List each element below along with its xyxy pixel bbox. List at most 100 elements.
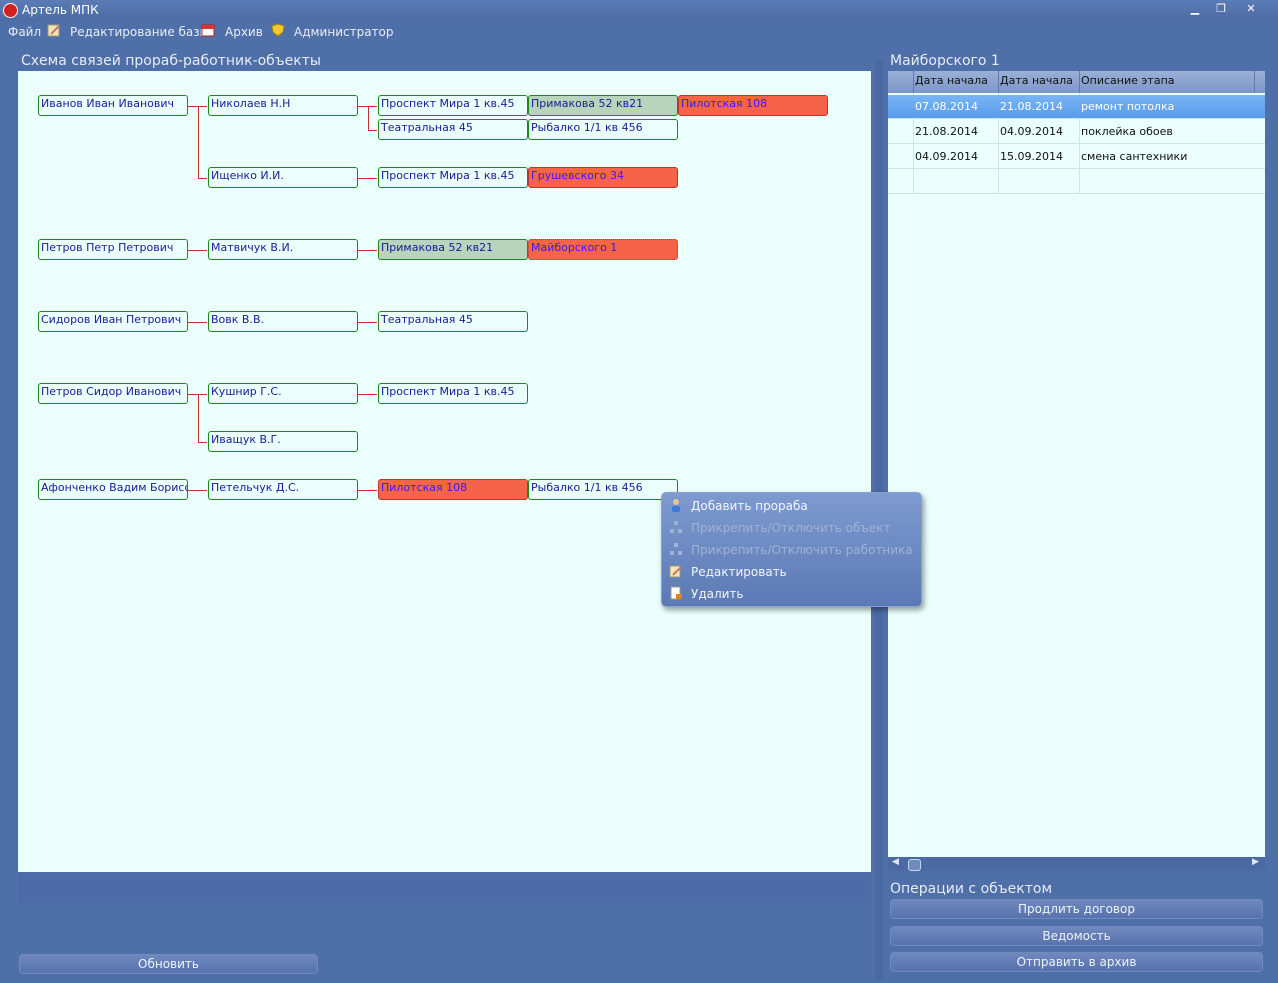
object-node[interactable]: Пилотская 108 xyxy=(378,479,528,500)
stages-grid: Дата начала Дата начала Описание этапа 0… xyxy=(888,71,1265,857)
foreman-node[interactable]: Петров Сидор Иванович xyxy=(38,383,188,404)
title-bar: Артель МПК ▁ ❐ ✕ xyxy=(0,0,1278,21)
connector-line xyxy=(357,178,377,179)
menu-file[interactable]: Файл xyxy=(8,25,41,39)
statement-button[interactable]: Ведомость xyxy=(890,926,1263,946)
table-cell: 07.08.2014 xyxy=(915,100,978,113)
connector-line xyxy=(357,322,377,323)
send-to-archive-button[interactable]: Отправить в архив xyxy=(890,952,1263,972)
connector-line xyxy=(357,394,377,395)
column-header-start-date[interactable]: Дата начала xyxy=(915,74,988,87)
table-cell: ремонт потолка xyxy=(1081,100,1175,113)
object-node[interactable]: Примакова 52 кв21 xyxy=(528,95,678,116)
context-menu: Добавить прораба Прикрепить/Отключить об… xyxy=(661,492,922,607)
table-cell: смена сантехники xyxy=(1081,150,1188,163)
table-cell: 21.08.2014 xyxy=(1000,100,1063,113)
object-node[interactable]: Театральная 45 xyxy=(378,311,528,332)
table-cell: 04.09.2014 xyxy=(915,150,978,163)
foreman-node[interactable]: Сидоров Иван Петрович xyxy=(38,311,188,332)
delete-icon xyxy=(669,586,683,600)
worker-node[interactable]: Петельчук Д.С. xyxy=(208,479,358,500)
foreman-node[interactable]: Афонченко Вадим Борисович xyxy=(38,479,188,500)
worker-node[interactable]: Матвичук В.И. xyxy=(208,239,358,260)
foreman-node[interactable]: Иванов Иван Иванович xyxy=(38,95,188,116)
object-panel-title: Майборского 1 xyxy=(890,53,1000,69)
app-logo-icon xyxy=(3,3,18,18)
object-node[interactable]: Пилотская 108 xyxy=(678,95,828,116)
scroll-right-icon[interactable]: ▶ xyxy=(1252,857,1259,867)
scheme-title: Схема связей прораб-работник-объекты xyxy=(21,53,321,69)
menu-administrator[interactable]: Администратор xyxy=(294,25,394,39)
connector-line xyxy=(357,490,377,491)
object-node[interactable]: Проспект Мира 1 кв.45 xyxy=(378,95,528,116)
worker-node[interactable]: Николаев Н.Н xyxy=(208,95,358,116)
menu-bar: Файл Редактирование базы Архив Администр… xyxy=(0,22,900,42)
restore-icon[interactable]: ❐ xyxy=(1210,2,1232,16)
connector-line xyxy=(187,250,207,251)
context-menu-attach-object: Прикрепить/Отключить объект xyxy=(691,521,891,535)
window-title: Артель МПК xyxy=(22,3,99,17)
object-node[interactable]: Проспект Мира 1 кв.45 xyxy=(378,167,528,188)
object-node[interactable]: Примакова 52 кв21 xyxy=(378,239,528,260)
scheme-canvas: Иванов Иван Иванович Николаев Н.Н Проспе… xyxy=(18,71,871,872)
table-cell: поклейка обоев xyxy=(1081,125,1173,138)
calendar-icon xyxy=(201,23,215,37)
close-icon[interactable]: ✕ xyxy=(1240,2,1262,16)
object-node[interactable]: Грушевского 34 xyxy=(528,167,678,188)
object-node[interactable]: Рыбалко 1/1 кв 456 xyxy=(528,479,678,500)
scroll-thumb[interactable] xyxy=(908,859,921,871)
column-header-start-date-2[interactable]: Дата начала xyxy=(1000,74,1073,87)
worker-node[interactable]: Кушнир Г.С. xyxy=(208,383,358,404)
edit-icon xyxy=(669,564,683,578)
object-node[interactable]: Театральная 45 xyxy=(378,119,528,140)
menu-edit-database[interactable]: Редактирование базы xyxy=(70,25,209,39)
connector-line xyxy=(357,106,377,107)
foreman-node[interactable]: Петров Петр Петрович xyxy=(38,239,188,260)
table-row-empty[interactable] xyxy=(888,170,1265,194)
worker-node[interactable]: Вовк В.В. xyxy=(208,311,358,332)
connector-line xyxy=(187,322,207,323)
table-row[interactable]: 21.08.2014 04.09.2014 поклейка обоев xyxy=(888,120,1265,144)
table-cell: 15.09.2014 xyxy=(1000,150,1063,163)
attach-object-icon xyxy=(669,520,683,534)
extend-contract-button[interactable]: Продлить договор xyxy=(890,899,1263,919)
scheme-bottom-strip xyxy=(18,873,871,903)
context-menu-delete[interactable]: Удалить xyxy=(691,587,744,601)
horizontal-scrollbar[interactable]: ◀ ▶ xyxy=(888,857,1265,871)
shield-icon xyxy=(271,23,285,37)
connector-line xyxy=(198,178,207,179)
table-row-selected[interactable]: 07.08.2014 21.08.2014 ремонт потолка xyxy=(888,95,1265,119)
connector-line xyxy=(198,394,199,442)
table-row[interactable]: 04.09.2014 15.09.2014 смена сантехники xyxy=(888,145,1265,169)
attach-worker-icon xyxy=(669,542,683,556)
column-separator xyxy=(913,71,914,93)
connector-line xyxy=(368,106,369,130)
connector-line xyxy=(357,250,377,251)
object-node[interactable]: Проспект Мира 1 кв.45 xyxy=(378,383,528,404)
add-foreman-icon xyxy=(669,498,683,512)
worker-node[interactable]: Иващук В.Г. xyxy=(208,431,358,452)
object-node-selected[interactable]: Майборского 1 xyxy=(528,239,678,260)
context-menu-add-foreman[interactable]: Добавить прораба xyxy=(691,499,808,513)
scroll-left-icon[interactable]: ◀ xyxy=(892,857,899,867)
object-node[interactable]: Рыбалко 1/1 кв 456 xyxy=(528,119,678,140)
context-menu-edit[interactable]: Редактировать xyxy=(691,565,787,579)
column-separator xyxy=(998,71,999,93)
edit-database-icon xyxy=(47,23,61,37)
minimize-icon[interactable]: ▁ xyxy=(1184,2,1206,16)
table-cell: 21.08.2014 xyxy=(915,125,978,138)
connector-line xyxy=(198,106,199,178)
context-menu-attach-worker: Прикрепить/Отключить работника xyxy=(691,543,913,557)
connector-line xyxy=(368,130,377,131)
column-header-stage-description[interactable]: Описание этапа xyxy=(1081,74,1175,87)
worker-node[interactable]: Ищенко И.И. xyxy=(208,167,358,188)
connector-line xyxy=(198,442,207,443)
table-cell: 04.09.2014 xyxy=(1000,125,1063,138)
column-separator xyxy=(1254,71,1255,93)
connector-line xyxy=(187,490,207,491)
menu-archive[interactable]: Архив xyxy=(225,25,263,39)
column-separator xyxy=(1079,71,1080,93)
connector-line xyxy=(187,106,207,107)
refresh-button[interactable]: Обновить xyxy=(19,954,318,974)
operations-title: Операции с объектом xyxy=(890,881,1053,897)
